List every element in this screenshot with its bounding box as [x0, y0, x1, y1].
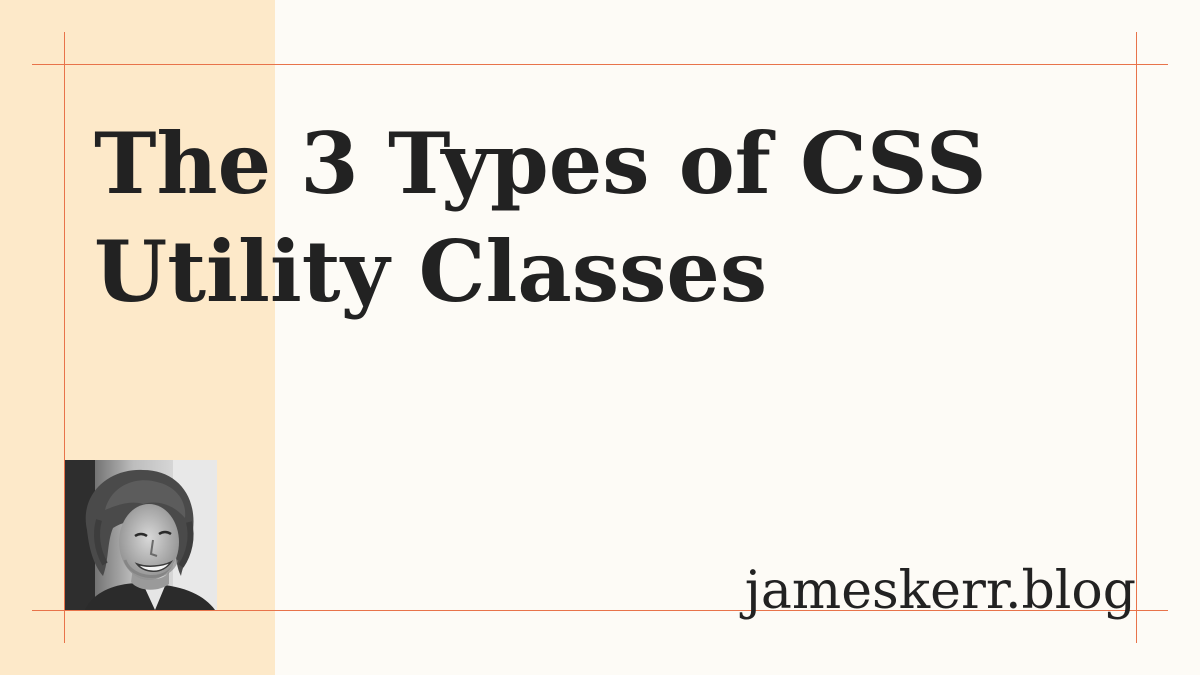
social-card: The 3 Types of CSS Utility Classes james…: [0, 0, 1200, 675]
avatar-portrait-icon: [65, 460, 217, 610]
author-avatar: [65, 460, 217, 610]
right-guide-line: [1136, 32, 1137, 643]
page-title: The 3 Types of CSS Utility Classes: [94, 110, 1124, 326]
title-line-1: The 3 Types of CSS: [94, 114, 987, 213]
title-line-2: Utility Classes: [94, 222, 768, 321]
top-guide-line: [32, 64, 1168, 65]
site-url: jameskerr.blog: [744, 561, 1136, 621]
